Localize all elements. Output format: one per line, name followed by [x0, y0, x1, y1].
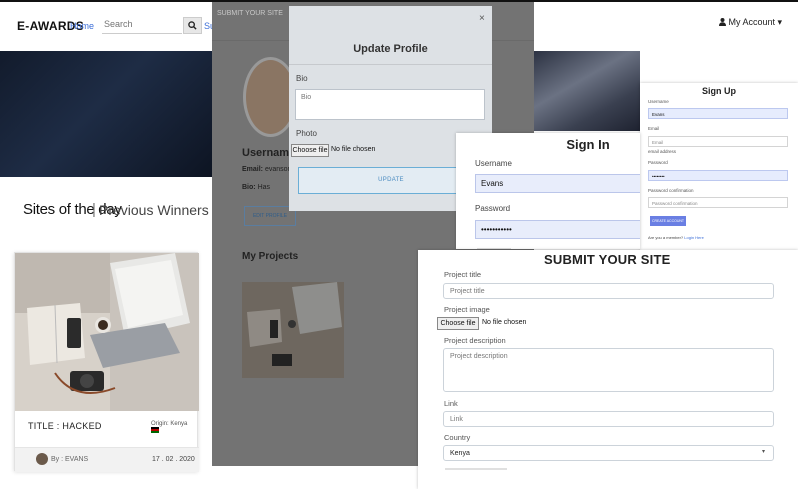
- site-card-author: By : EVANS: [51, 456, 89, 463]
- chevron-down-icon: ▾: [762, 449, 766, 455]
- project-title-input[interactable]: Project title: [443, 283, 774, 299]
- photo-label: Photo: [296, 129, 317, 138]
- link-label: Link: [444, 399, 458, 408]
- signin-password-label: Password: [475, 204, 511, 213]
- project-thumbnail[interactable]: [242, 282, 344, 378]
- my-projects-heading: My Projects: [242, 251, 299, 262]
- signin-username-label: Username: [475, 159, 512, 168]
- profile-email: Email: evansonc: [242, 166, 295, 173]
- site-card-title: TITLE : HACKED: [28, 421, 102, 431]
- modal-divider: [289, 64, 492, 65]
- modal-title: Update Profile: [353, 43, 428, 55]
- submit-form-title: SUBMIT YOUR SITE: [544, 252, 671, 267]
- signup-confirm-label: Password confirmation: [648, 188, 694, 193]
- sign-up-panel: Sign Up Username Evans Email Email email…: [640, 83, 798, 251]
- bio-label: Bio: [296, 74, 308, 83]
- login-here-link[interactable]: Login Here: [684, 235, 704, 240]
- sign-in-panel: Sign In Username Evans Password ••••••••…: [456, 133, 640, 249]
- signup-email-input[interactable]: Email: [648, 136, 788, 147]
- create-account-button[interactable]: CREATE ACCOUNT: [650, 216, 686, 226]
- submit-button[interactable]: [445, 468, 507, 470]
- search-icon: [188, 21, 197, 30]
- user-icon: [719, 18, 726, 26]
- backdrop-submit-link: SUBMIT YOUR SITE: [217, 10, 283, 17]
- kenya-flag-icon: [151, 427, 159, 433]
- author-avatar: [36, 453, 48, 465]
- signup-member-text: Are you a member? Login Here: [648, 235, 704, 240]
- project-image-label: Project image: [444, 305, 490, 314]
- link-input[interactable]: Link: [443, 411, 774, 427]
- project-description-textarea[interactable]: Project description: [443, 348, 774, 392]
- site-card-origin: Origin: Kenya: [151, 421, 197, 434]
- project-description-label: Project description: [444, 336, 506, 345]
- previous-winners-link[interactable]: Previous Winners: [99, 202, 209, 218]
- hero-banner-right: [534, 51, 640, 131]
- hero-banner: [0, 51, 212, 177]
- member-question: Are you a member?: [648, 235, 684, 240]
- my-account-dropdown[interactable]: My Account ▾: [719, 17, 782, 28]
- site-card-date: 17 . 02 . 2020: [152, 456, 195, 463]
- country-select[interactable]: Kenya: [443, 445, 774, 461]
- country-label: Country: [444, 433, 471, 442]
- my-account-label: My Account ▾: [728, 17, 783, 27]
- nav-home-link[interactable]: Home: [70, 21, 94, 31]
- signin-username-input[interactable]: Evans: [475, 174, 640, 193]
- site-card-image: [15, 253, 199, 411]
- signup-username-input[interactable]: Evans: [648, 108, 788, 119]
- signup-password-input[interactable]: ••••••••: [648, 170, 788, 181]
- project-title-label: Project title: [444, 270, 482, 279]
- photo-choose-file-button[interactable]: Choose file: [291, 144, 329, 157]
- sign-in-title: Sign In: [566, 137, 610, 152]
- signup-email-hint: email address: [648, 149, 677, 154]
- project-image-file-status: No file chosen: [482, 319, 527, 326]
- photo-file-status: No file chosen: [331, 146, 376, 153]
- signup-confirm-input[interactable]: Password confirmation: [648, 197, 788, 208]
- bio-textarea[interactable]: Bio: [295, 89, 485, 120]
- signup-email-label: Email: [648, 126, 660, 131]
- heading-separator: |: [92, 201, 96, 218]
- search-button[interactable]: [183, 17, 202, 34]
- signup-password-label: Password: [648, 160, 668, 165]
- signin-button[interactable]: [477, 248, 511, 249]
- profile-email-label: Email:: [242, 166, 264, 173]
- site-card-footer: By : EVANS 17 . 02 . 2020: [15, 447, 199, 472]
- search-input[interactable]: [102, 15, 182, 34]
- project-image-choose-file-button[interactable]: Choose file: [437, 317, 479, 330]
- sign-up-title: Sign Up: [702, 86, 736, 96]
- signup-username-label: Username: [648, 99, 669, 104]
- site-card[interactable]: TITLE : HACKED Origin: Kenya By : EVANS …: [14, 252, 199, 472]
- profile-bio: Bio: Has: [242, 184, 270, 191]
- profile-bio-label: Bio:: [242, 184, 256, 191]
- profile-bio-value: Has: [257, 184, 271, 191]
- close-icon[interactable]: ×: [479, 13, 485, 24]
- signin-password-input[interactable]: •••••••••••: [475, 220, 640, 239]
- submit-site-form: SUBMIT YOUR SITE Project title Project t…: [418, 250, 798, 489]
